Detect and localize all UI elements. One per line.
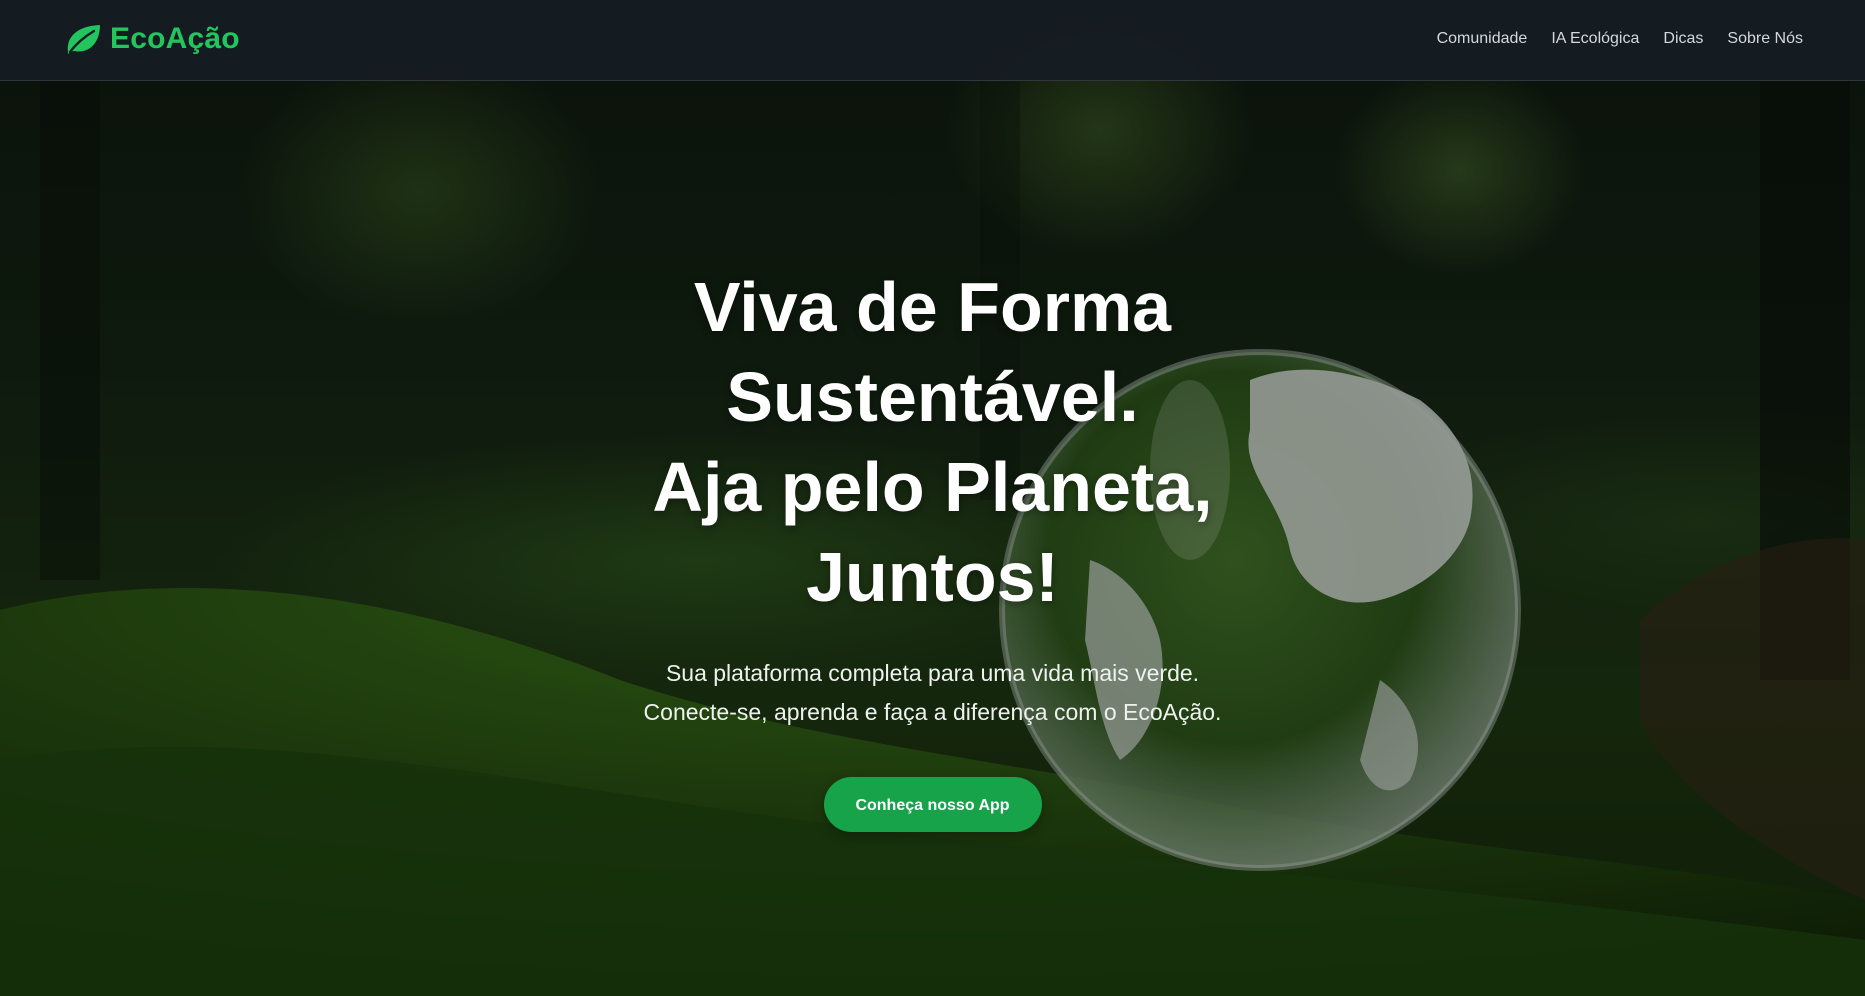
leaf-icon (64, 22, 102, 56)
cta-app-button[interactable]: Conheça nosso App (823, 777, 1042, 832)
nav-link-ia-ecologica[interactable]: IA Ecológica (1551, 30, 1639, 48)
nav-link-comunidade[interactable]: Comunidade (1437, 30, 1528, 48)
hero-subtitle-line: Sua plataforma completa para uma vida ma… (665, 660, 1200, 686)
hero-title-line: Sustentável. (726, 358, 1139, 436)
hero-title-line: Juntos! (806, 538, 1059, 616)
top-navbar: EcoAção Comunidade IA Ecológica Dicas So… (0, 0, 1865, 81)
page: EcoAção Comunidade IA Ecológica Dicas So… (0, 0, 1865, 996)
brand-logo-link[interactable]: EcoAção (64, 22, 240, 56)
hero-title-line: Viva de Forma (693, 268, 1172, 346)
nav-link-dicas[interactable]: Dicas (1663, 30, 1703, 48)
nav-links: Comunidade IA Ecológica Dicas Sobre Nós (1437, 30, 1803, 48)
hero-subtitle: Sua plataforma completa para uma vida ma… (0, 654, 1865, 732)
hero-title: Viva de Forma Sustentável. Aja pelo Plan… (0, 262, 1865, 622)
nav-link-sobre-nos[interactable]: Sobre Nós (1727, 30, 1803, 48)
hero-subtitle-line: Conecte-se, aprenda e faça a diferença c… (643, 699, 1222, 725)
hero-section: Viva de Forma Sustentável. Aja pelo Plan… (0, 262, 1865, 832)
hero-title-line: Aja pelo Planeta, (652, 448, 1213, 526)
brand-name: EcoAção (110, 22, 240, 55)
